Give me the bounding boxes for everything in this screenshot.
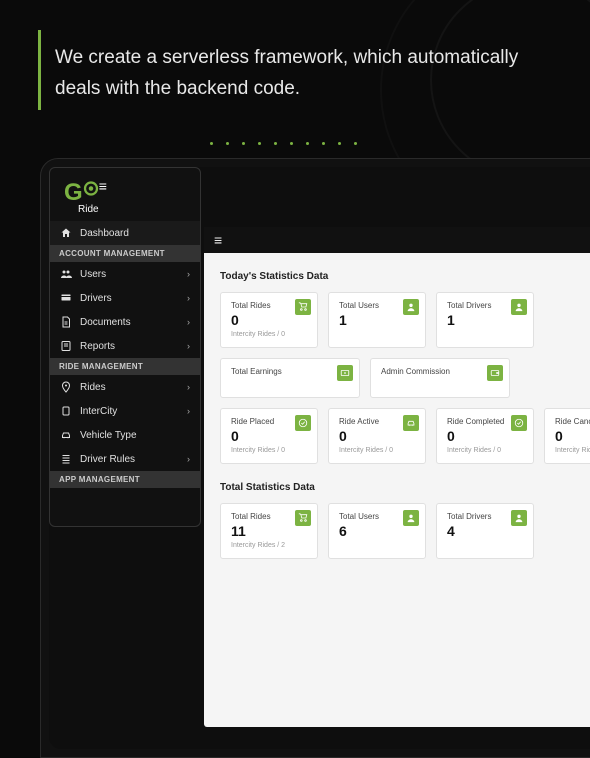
chevron-right-icon: ›: [187, 269, 190, 279]
nav-vehicle[interactable]: Vehicle Type: [50, 423, 200, 447]
chevron-right-icon: ›: [187, 341, 190, 351]
laptop-frame: ≡ Today's Statistics Data Total Rides 0 …: [40, 158, 590, 758]
chevron-right-icon: ›: [187, 454, 190, 464]
chevron-right-icon: ›: [187, 293, 190, 303]
user-icon: [403, 510, 419, 526]
car-icon: [403, 415, 419, 431]
cart-icon: [295, 510, 311, 526]
wallet-icon: [487, 365, 503, 381]
card-total-rides: Total Rides 0 Intercity Rides / 0: [220, 292, 318, 348]
chevron-right-icon: ›: [187, 317, 190, 327]
logo: G ≡ Ride: [50, 168, 200, 221]
card-ride-canceled: Ride Canceled 0 Intercity Rides / 0: [544, 408, 590, 464]
user-icon: [511, 299, 527, 315]
card-ride-completed: Ride Completed 0 Intercity Rides / 0: [436, 408, 534, 464]
nav-intercity[interactable]: InterCity›: [50, 399, 200, 423]
card-ride-active: Ride Active 0 Intercity Rides / 0: [328, 408, 426, 464]
headline-text: We create a serverless framework, which …: [55, 42, 545, 105]
user-icon: [511, 510, 527, 526]
card-earnings: Total Earnings: [220, 358, 360, 398]
menu-icon[interactable]: ≡: [214, 232, 222, 248]
card-total-users: Total Users 1: [328, 292, 426, 348]
sidebar: G ≡ Ride Dashboard ACCOUNT MANAGEMENT Us…: [49, 167, 201, 527]
card-t-users: Total Users 6: [328, 503, 426, 559]
nav-header-ride: RIDE MANAGEMENT: [50, 358, 200, 375]
chevron-right-icon: ›: [187, 382, 190, 392]
nav-header-account: ACCOUNT MANAGEMENT: [50, 245, 200, 262]
nav-header-app: APP MANAGEMENT: [50, 471, 200, 488]
section-title-total: Total Statistics Data: [220, 482, 590, 493]
nav-dashboard[interactable]: Dashboard: [50, 221, 200, 245]
nav-reports[interactable]: Reports›: [50, 334, 200, 358]
card-total-drivers: Total Drivers 1: [436, 292, 534, 348]
nav-documents[interactable]: Documents›: [50, 310, 200, 334]
check-circle-icon: [511, 415, 527, 431]
card-ride-placed: Ride Placed 0 Intercity Rides / 0: [220, 408, 318, 464]
money-icon: [337, 365, 353, 381]
dashboard-panel: ≡ Today's Statistics Data Total Rides 0 …: [204, 227, 590, 727]
section-title-today: Today's Statistics Data: [220, 271, 590, 282]
chevron-right-icon: ›: [187, 406, 190, 416]
nav-drivers[interactable]: Drivers›: [50, 286, 200, 310]
cart-icon: [295, 299, 311, 315]
dashboard-topbar: ≡: [204, 227, 590, 253]
card-t-drivers: Total Drivers 4: [436, 503, 534, 559]
card-t-rides: Total Rides 11 Intercity Rides / 2: [220, 503, 318, 559]
nav-rules[interactable]: Driver Rules›: [50, 447, 200, 471]
user-icon: [403, 299, 419, 315]
nav-users[interactable]: Users›: [50, 262, 200, 286]
check-circle-icon: [295, 415, 311, 431]
card-commission: Admin Commission: [370, 358, 510, 398]
nav-rides[interactable]: Rides›: [50, 375, 200, 399]
